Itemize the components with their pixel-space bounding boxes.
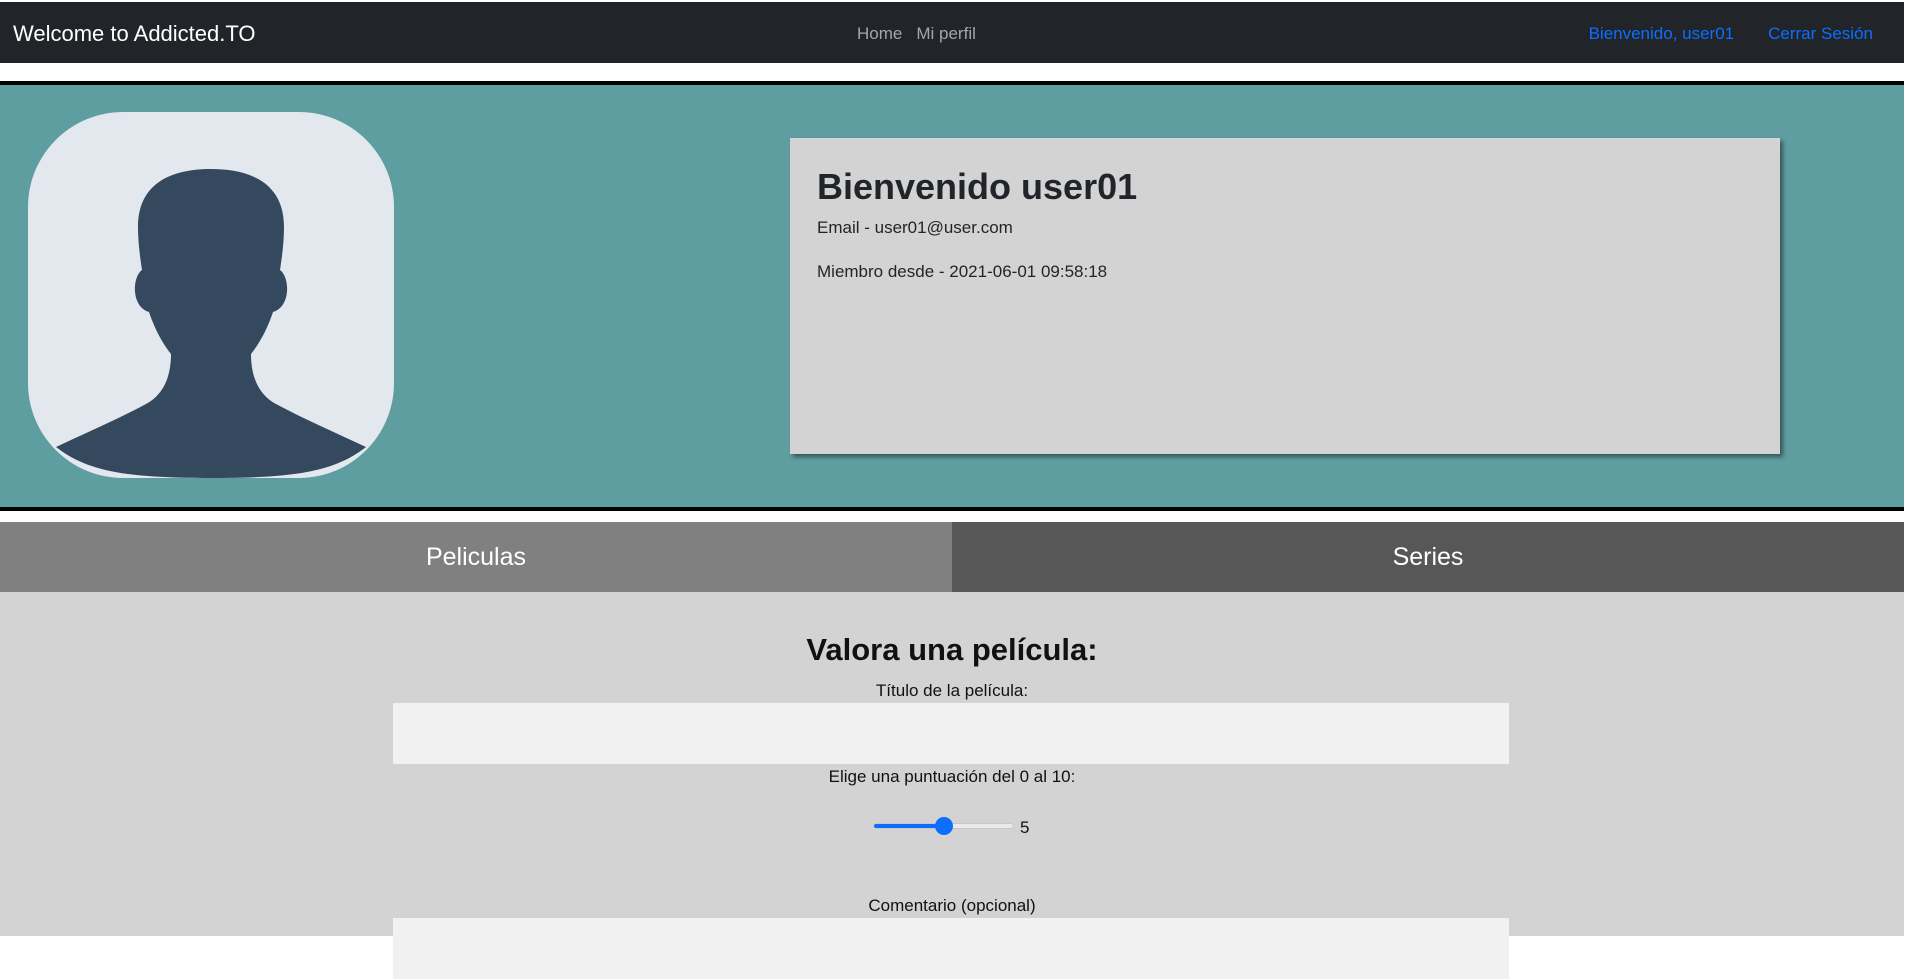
score-slider-fill: [874, 824, 945, 828]
score-slider[interactable]: [873, 816, 1023, 836]
rating-form: Valora una película: Título de la pelícu…: [0, 592, 1904, 979]
nav-links: Home Mi perfil: [857, 22, 990, 46]
header-bottom-divider: [0, 507, 1904, 511]
nav-link-home[interactable]: Home: [857, 24, 902, 43]
tab-peliculas[interactable]: Peliculas: [0, 522, 952, 592]
score-value: 5: [1020, 818, 1030, 837]
brand-title[interactable]: Welcome to Addicted.TO: [13, 20, 256, 48]
nav-link-profile[interactable]: Mi perfil: [916, 24, 976, 43]
profile-header: Bienvenido user01 Email - user01@user.co…: [0, 85, 1904, 507]
profile-greeting: Bienvenido user01: [817, 166, 1138, 207]
score-slider-thumb[interactable]: [934, 817, 953, 835]
logout-link[interactable]: Cerrar Sesión: [1768, 24, 1873, 43]
top-navbar: Welcome to Addicted.TO Home Mi perfil Bie…: [0, 2, 1904, 63]
profile-info-card: Bienvenido user01 Email - user01@user.co…: [790, 138, 1780, 454]
profile-email: Email - user01@user.com: [817, 218, 1013, 237]
content-tabs: Peliculas Series: [0, 522, 1904, 592]
profile-member-since: Miembro desde - 2021-06-01 09:58:18: [817, 262, 1108, 281]
comment-label: Comentario (opcional): [868, 896, 1036, 915]
avatar: [28, 112, 394, 478]
nav-user-area: Bienvenido, user01 Cerrar Sesión: [1555, 22, 1873, 46]
score-label: Elige una puntuación del 0 al 10:: [828, 767, 1076, 786]
comment-input[interactable]: [393, 918, 1509, 979]
user-silhouette-icon: [56, 169, 366, 478]
movie-title-input[interactable]: [393, 703, 1509, 764]
form-title: Valora una película:: [806, 632, 1098, 667]
movie-title-label: Título de la película:: [875, 681, 1029, 700]
welcome-user-link[interactable]: Bienvenido, user01: [1589, 24, 1735, 43]
tab-series[interactable]: Series: [952, 522, 1904, 592]
